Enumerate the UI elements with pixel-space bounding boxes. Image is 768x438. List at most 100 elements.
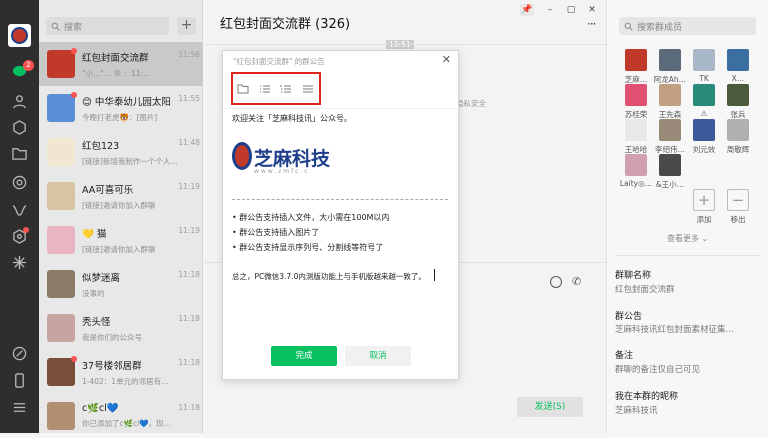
miniprogram-panel-icon[interactable] — [11, 345, 28, 362]
my-nickname-value[interactable]: 芝麻科技讯 — [615, 404, 658, 416]
close-icon[interactable]: ✕ — [442, 53, 451, 66]
group-member[interactable]: 周敬辉 — [721, 119, 755, 155]
minimize-button[interactable]: – — [543, 4, 557, 16]
member-avatar — [727, 49, 749, 71]
search-feature-icon[interactable] — [11, 227, 29, 245]
chat-time: 11:55 — [178, 93, 200, 103]
chat-list-item[interactable]: AA可喜可乐 11:19 [链接]邀请你加入群聊 — [39, 174, 203, 218]
files-icon[interactable] — [11, 145, 28, 162]
favorites-icon[interactable] — [11, 119, 28, 136]
miniprogram-icon[interactable] — [11, 254, 28, 271]
group-member[interactable]: X… — [721, 49, 755, 83]
member-avatar — [693, 84, 715, 106]
chat-avatar — [47, 356, 77, 386]
group-member[interactable]: 芝麻… — [619, 49, 653, 85]
group-name-label: 群聊名称 — [615, 271, 652, 281]
chat-last-message: 你已添加了c🌿cl💙，现… — [82, 419, 172, 428]
chat-list-item[interactable]: 37号楼邻居群 11:18 1-402：1单元的邻居有… — [39, 350, 203, 394]
notice-bullet-3: • 群公告支持显示序列号、分割线等符号了 — [232, 243, 384, 252]
text-cursor — [434, 269, 435, 281]
chat-list-item[interactable]: 红包123 11:48 [链接]新增我制作一个个人… — [39, 130, 203, 174]
notice-bullet-1: • 群公告支持插入文件，大小需在100M以内 — [232, 213, 390, 222]
chat-name: 37号楼邻居群 — [82, 360, 142, 372]
chat-list-item[interactable]: 红包封面交流群 11:56 "小…"… ® ：11:… — [39, 42, 203, 86]
folder-icon[interactable] — [237, 84, 249, 94]
group-notice-label: 群公告 — [615, 312, 643, 322]
member-avatar — [659, 154, 681, 176]
moments-icon[interactable] — [11, 174, 28, 191]
member-avatar — [625, 84, 647, 106]
chat-list-item[interactable]: 秃头怪 11:18 我是你们的公众号 — [39, 306, 203, 350]
channels-icon[interactable] — [11, 202, 28, 219]
send-button[interactable]: 发送(S) — [517, 397, 583, 417]
group-info-panel: 搜索群成员 芝麻… 阿龙Ah… TK X… 苏桂荣 王先森 ⚠ 张兵王哈哈 李绍伟… 刘元效 周敬辉… — [606, 0, 768, 433]
group-member[interactable]: ⚠ — [687, 84, 721, 118]
user-avatar[interactable] — [8, 24, 31, 47]
notice-line-welcome: 欢迎关注「芝麻科技讯」公众号。 — [232, 114, 352, 123]
chat-list-item[interactable]: 😊 中华泰幼儿园太阳… 11:55 今晚打老虎🐯：[图片] — [39, 86, 203, 130]
unread-badge: 2 — [23, 60, 34, 71]
chat-name: 💛 猫 — [82, 228, 107, 240]
chat-last-message: [链接]邀请你加入群聊 — [82, 200, 156, 210]
member-name: 周敬辉 — [726, 145, 750, 154]
group-member[interactable]: 张兵 — [721, 84, 755, 120]
view-more-link[interactable]: 查看更多 ⌄ — [667, 233, 708, 244]
chat-icon[interactable]: 2 — [11, 60, 34, 80]
group-member[interactable]: 刘元效 — [687, 119, 721, 155]
chat-avatar — [47, 270, 75, 298]
group-member[interactable]: 苏桂荣 — [619, 84, 653, 120]
maximize-button[interactable]: ▢ — [564, 4, 578, 16]
numbered-list-icon[interactable] — [280, 84, 292, 94]
group-member[interactable]: 阿龙Ah… — [653, 49, 687, 85]
chat-list-item[interactable]: c🌿cl💙 11:18 你已添加了c🌿cl💙，现… — [39, 394, 203, 438]
my-nickname-label: 我在本群的昵称 — [615, 392, 679, 402]
panel-divider — [615, 255, 761, 256]
settings-menu-icon[interactable] — [11, 399, 28, 416]
member-avatar — [659, 119, 681, 141]
more-options-icon[interactable]: ··· — [587, 17, 597, 31]
chat-time: 11:18 — [178, 269, 200, 279]
chat-avatar — [47, 226, 75, 254]
group-member[interactable]: Laity◎… — [619, 154, 653, 188]
chat-name: AA可喜可乐 — [82, 184, 134, 196]
member-avatar — [625, 154, 647, 176]
member-name: ⚠ — [700, 109, 708, 118]
chat-avatar — [47, 138, 75, 166]
chat-last-message: [链接]邀请你加入群聊 — [82, 244, 156, 254]
left-nav-rail: 2 — [0, 0, 39, 433]
group-member[interactable]: 王先森 — [653, 84, 687, 120]
bullet-list-icon[interactable] — [259, 84, 271, 94]
group-member[interactable]: 李绍伟… — [653, 119, 687, 155]
chat-time: 11:19 — [178, 181, 200, 191]
phone-icon[interactable] — [11, 372, 28, 389]
chat-name: 😊 中华泰幼儿园太阳… — [82, 96, 170, 108]
search-icon — [624, 22, 633, 31]
chat-last-message: 今晚打老虎🐯：[图片] — [82, 112, 158, 122]
group-name-value[interactable]: 红包封面交流群 — [615, 283, 675, 295]
group-member[interactable]: 王哈哈 — [619, 119, 653, 155]
brand-logo-image: 芝麻科技 www.zmfc.c — [232, 142, 330, 178]
voice-call-icon[interactable]: ✆ — [572, 275, 581, 288]
divider-icon[interactable] — [302, 84, 314, 94]
chat-last-message: 没事的 — [82, 288, 105, 298]
search-input[interactable]: 搜索 — [46, 17, 169, 35]
chat-time: 11:56 — [178, 49, 200, 59]
pin-window-icon[interactable]: 📌 — [520, 4, 534, 16]
contacts-icon[interactable] — [11, 93, 28, 110]
member-search-input[interactable]: 搜索群成员 — [619, 17, 756, 35]
group-member[interactable]: &王小… — [653, 154, 687, 190]
cancel-button[interactable]: 取消 — [345, 346, 411, 366]
member-avatar — [625, 49, 647, 71]
add-chat-button[interactable]: + — [177, 17, 196, 35]
chat-list-item[interactable]: 💛 猫 11:19 [链接]邀请你加入群聊 — [39, 218, 203, 262]
group-member[interactable]: TK — [687, 49, 721, 83]
remove-member-button[interactable]: − 移出 — [721, 189, 755, 225]
done-button[interactable]: 完成 — [271, 346, 337, 366]
chat-list-item[interactable]: 似梦迷离 11:18 没事的 — [39, 262, 203, 306]
emoji-sticker-icon[interactable] — [550, 276, 562, 288]
remark-value[interactable]: 群聊的备注仅自己可见 — [615, 363, 700, 375]
add-member-button[interactable]: + 添加 — [687, 189, 721, 225]
group-notice-value[interactable]: 芝麻科技讯红包封面素材征集… — [615, 323, 734, 335]
remark-label: 备注 — [615, 351, 634, 361]
close-window-button[interactable]: ✕ — [585, 4, 599, 16]
